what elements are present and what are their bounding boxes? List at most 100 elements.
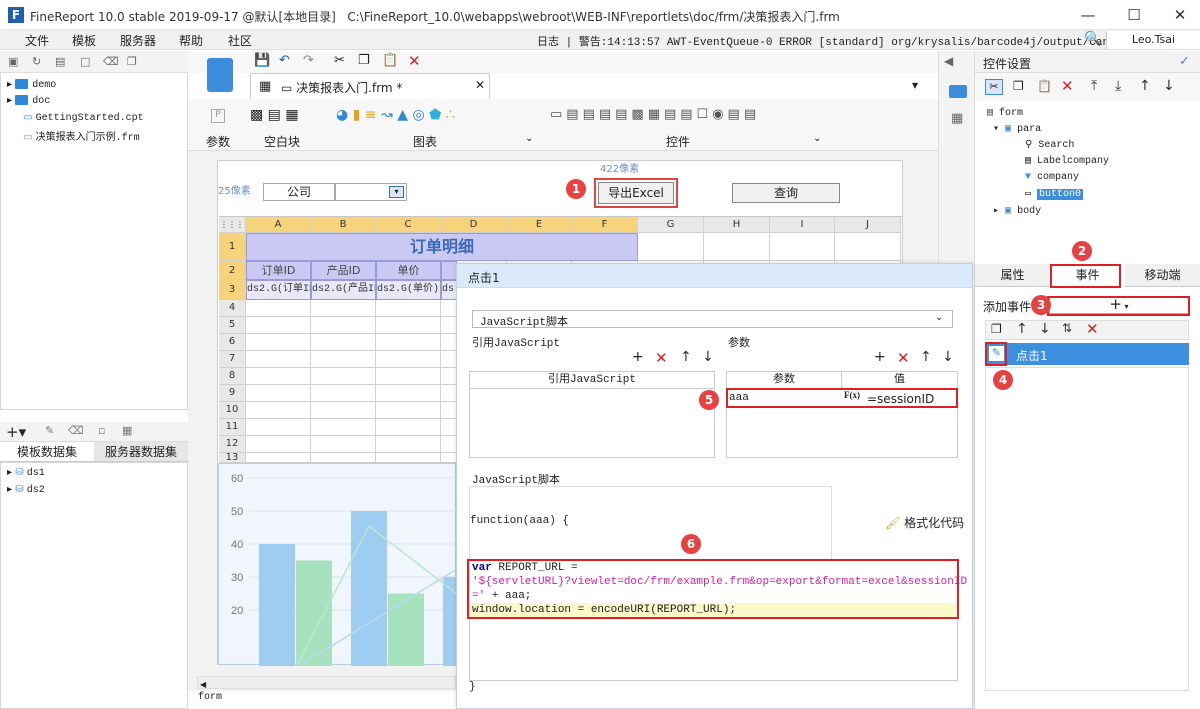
tab-template-datasets[interactable]: 模板数据集: [0, 442, 94, 462]
widget-settings-icon[interactable]: [949, 85, 967, 98]
col-header-h[interactable]: H: [704, 217, 770, 233]
add-ref-js-icon[interactable]: +: [632, 349, 644, 365]
widget-more-icon[interactable]: ⌄: [813, 133, 821, 144]
tree-item-doc[interactable]: ▸ doc: [7, 95, 50, 107]
delete-icon[interactable]: ⌫: [68, 424, 84, 437]
close-window-button[interactable]: ✕: [1170, 5, 1190, 25]
search-field-icon[interactable]: ▦: [122, 424, 132, 437]
grid-cell[interactable]: [376, 385, 441, 402]
list-icon[interactable]: ▤: [55, 55, 65, 68]
tab-server-datasets[interactable]: 服务器数据集: [94, 442, 188, 462]
chart-more-icon[interactable]: ⌄: [525, 133, 533, 144]
data-cell-price[interactable]: ds2.G(单价): [376, 280, 441, 300]
tab-menu-icon[interactable]: ▾: [912, 78, 918, 92]
grid-cell[interactable]: [311, 317, 376, 334]
grid-cell[interactable]: [835, 233, 901, 261]
copy-icon[interactable]: ❐: [1013, 79, 1024, 93]
tree-item-gettingstarted[interactable]: ▭ GettingStarted.cpt: [23, 112, 144, 124]
data-cell-d[interactable]: ds: [441, 280, 457, 300]
add-dataset-icon[interactable]: +▾: [6, 423, 26, 441]
edit-settings-icon[interactable]: ✓: [1179, 54, 1190, 69]
param-icon[interactable]: P: [211, 109, 225, 123]
label-company[interactable]: 公司: [263, 183, 335, 201]
tab-mobile[interactable]: 移动端: [1125, 264, 1200, 287]
grid-cell[interactable]: [704, 233, 770, 261]
grid-cell[interactable]: [246, 351, 311, 368]
header-cell-order-id[interactable]: 订单ID: [246, 261, 311, 280]
maximize-button[interactable]: ☐: [1124, 5, 1144, 25]
grid-cell[interactable]: [311, 402, 376, 419]
param-up-icon[interactable]: ↑: [920, 349, 932, 365]
delete-icon[interactable]: ✕: [408, 52, 421, 70]
row-header-9[interactable]: 9: [219, 385, 246, 402]
menu-server[interactable]: 服务器: [120, 32, 156, 49]
template-icon[interactable]: [207, 58, 233, 92]
export-excel-button[interactable]: 导出Excel: [594, 178, 678, 208]
menu-file[interactable]: 文件: [25, 32, 49, 49]
user-name[interactable]: Leo.Tsai: [1106, 31, 1200, 49]
row-header-8[interactable]: 8: [219, 368, 246, 385]
tab-document[interactable]: ▦ ▭ 决策报表入门.frm * ✕: [250, 73, 490, 99]
event-item-click1[interactable]: ✎ 点击1: [985, 343, 1189, 365]
remove-ref-js-icon[interactable]: ✕: [655, 349, 668, 367]
preview-icon[interactable]: ▫: [98, 424, 105, 437]
grid-cell[interactable]: [376, 436, 441, 453]
grid-cell[interactable]: [246, 385, 311, 402]
edit-icon[interactable]: ✎: [45, 424, 54, 437]
grid-cell[interactable]: [376, 453, 441, 463]
menu-template[interactable]: 模板: [72, 32, 96, 49]
tree-node-body[interactable]: ▸ ▣ body: [993, 205, 1041, 217]
row-header-4[interactable]: 4: [219, 300, 246, 317]
row-header-1[interactable]: 1: [219, 233, 246, 261]
tree-node-button0[interactable]: ▭ button0: [1025, 188, 1084, 200]
add-param-icon[interactable]: +: [874, 349, 886, 365]
tree-item-demo[interactable]: ▸ demo: [7, 79, 56, 91]
grid-cell[interactable]: [311, 436, 376, 453]
tree-item-example-frm[interactable]: ▭ 决策报表入门示例.frm: [23, 128, 140, 144]
report-title-cell[interactable]: 订单明细: [246, 233, 638, 261]
cut-icon[interactable]: ✂: [985, 79, 1003, 95]
move-up-icon[interactable]: ↑: [1139, 78, 1151, 94]
grid-cell[interactable]: [311, 453, 376, 463]
move-down-icon[interactable]: ↓: [1039, 321, 1051, 337]
tree-node-company[interactable]: ▼ company: [1025, 172, 1079, 183]
grid-cell[interactable]: [376, 402, 441, 419]
row-header-3[interactable]: 3: [219, 280, 246, 300]
grid-cell[interactable]: [638, 233, 704, 261]
grid-cell[interactable]: [246, 419, 311, 436]
sort-icon[interactable]: ⇅: [1062, 321, 1072, 335]
col-header-e[interactable]: E: [507, 217, 572, 233]
tab-properties[interactable]: 属性: [975, 264, 1050, 287]
cut-icon[interactable]: ✂: [334, 53, 345, 68]
copy-icon[interactable]: ❐: [127, 55, 137, 68]
company-combobox[interactable]: ▾: [335, 183, 407, 201]
redo-icon[interactable]: ↷: [303, 53, 314, 68]
lock-icon[interactable]: □: [80, 55, 90, 68]
ref-js-down-icon[interactable]: ↓: [702, 349, 714, 365]
grid-cell[interactable]: [311, 300, 376, 317]
grid-cell[interactable]: [376, 368, 441, 385]
horizontal-scrollbar[interactable]: ◀: [197, 676, 456, 689]
menu-help[interactable]: 帮助: [179, 32, 203, 49]
move-up-icon[interactable]: ↑: [1016, 321, 1028, 337]
grid-cell[interactable]: [246, 300, 311, 317]
col-header-i[interactable]: I: [770, 217, 835, 233]
row-header-5[interactable]: 5: [219, 317, 246, 334]
col-header-g[interactable]: G: [638, 217, 704, 233]
move-top-icon[interactable]: ⤒: [1091, 78, 1097, 94]
chevron-down-icon[interactable]: ⌄: [935, 312, 943, 323]
header-cell-price[interactable]: 单价: [376, 261, 441, 280]
grid-cell[interactable]: [311, 419, 376, 436]
row-header-12[interactable]: 12: [219, 436, 246, 453]
collapse-left-icon[interactable]: ◀: [944, 54, 953, 68]
menu-community[interactable]: 社区: [228, 32, 252, 49]
delete-icon[interactable]: ✕: [1061, 77, 1074, 95]
close-tab-icon[interactable]: ✕: [475, 78, 485, 92]
grid-cell[interactable]: [376, 317, 441, 334]
grid-cell[interactable]: [376, 300, 441, 317]
save-icon[interactable]: 💾: [254, 53, 270, 68]
search-icon[interactable]: 🔍: [1084, 31, 1101, 47]
corner-cell[interactable]: ⋮⋮⋮: [219, 217, 246, 233]
dropdown-icon[interactable]: ▾: [389, 186, 404, 198]
grid-cell[interactable]: [770, 233, 835, 261]
